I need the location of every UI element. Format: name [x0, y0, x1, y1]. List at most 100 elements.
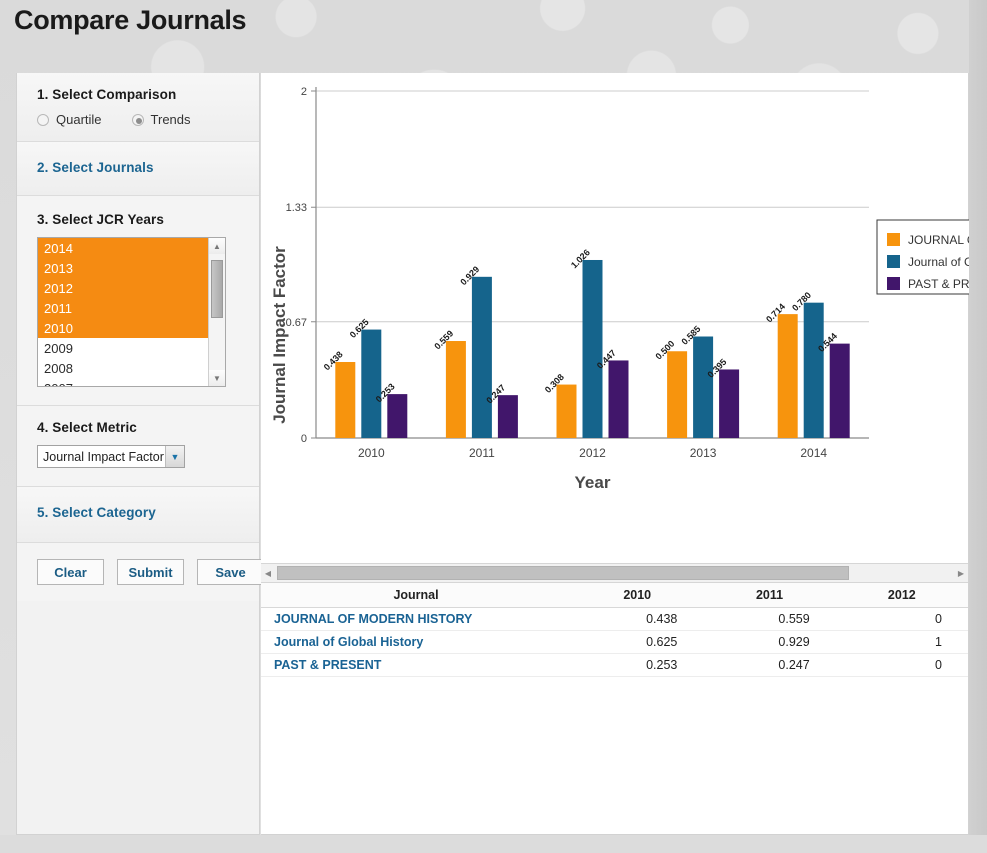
chart-bar[interactable] — [719, 369, 740, 438]
cell-2011: 0.929 — [703, 630, 836, 654]
chart-legend: JOURNAL OF MODERN HISTORY Journal of Glob… — [876, 219, 969, 295]
sidebar-section-select-jcr-years: 3. Select JCR Years 2014 2013 2012 2011 … — [17, 196, 259, 406]
results-table-area: ◀ ▶ Journal 2010 2011 2012 JOURNAL OF MO… — [261, 563, 968, 683]
jcr-year-option[interactable]: 2007 — [38, 378, 208, 386]
legend-label: Journal of Global History — [908, 255, 969, 269]
chart-bar[interactable] — [387, 394, 408, 438]
chart-bar[interactable] — [777, 314, 798, 438]
chart-bar[interactable] — [803, 302, 824, 438]
sidebar-section-select-comparison: 1. Select Comparison Quartile Trends — [17, 73, 259, 142]
x-tick-label: 2014 — [800, 446, 827, 460]
clear-button[interactable]: Clear — [37, 559, 104, 585]
legend-swatch — [887, 233, 900, 246]
triangle-down-icon[interactable]: ▼ — [209, 370, 225, 386]
chart-bar-value-labels: 0.4380.6250.2530.5590.9290.247 0.3081.026… — [322, 247, 839, 405]
chart-bars — [335, 259, 850, 438]
radio-trends-label: Trends — [150, 112, 191, 127]
metric-select-value: Journal Impact Factor — [43, 449, 164, 464]
chart-bar[interactable] — [829, 343, 850, 438]
jcr-year-option[interactable]: 2013 — [38, 258, 208, 278]
content-panel: 0 0.67 1.33 2 0.438 0.625 0.253 0.559 0.929 0.24… — [261, 73, 969, 835]
chart-bar[interactable] — [335, 362, 356, 438]
y-tick-label: 1.33 — [286, 202, 307, 214]
scrollbar-track[interactable] — [275, 566, 954, 580]
page-title: Compare Journals — [14, 5, 247, 35]
step4-title: 4. Select Metric — [37, 420, 137, 435]
column-header-2012[interactable]: 2012 — [835, 583, 968, 608]
chart-bar[interactable] — [556, 384, 577, 438]
radio-option-quartile[interactable]: Quartile — [37, 112, 102, 127]
cell-2010: 0.438 — [571, 607, 704, 631]
legend-label: PAST & PRESENT — [908, 277, 969, 291]
column-header-journal[interactable]: Journal — [261, 583, 572, 608]
radio-quartile-icon[interactable] — [37, 113, 49, 126]
results-table: Journal 2010 2011 2012 JOURNAL OF MODERN… — [261, 583, 968, 677]
x-tick-label: 2010 — [358, 446, 385, 460]
sidebar-section-select-journals[interactable]: 2. Select Journals — [17, 142, 259, 196]
sidebar-section-select-metric: 4. Select Metric Journal Impact Factor ▼ — [17, 406, 259, 487]
scrollbar-thumb[interactable] — [277, 566, 849, 580]
sidebar-section-select-category[interactable]: 5. Select Category — [17, 487, 259, 543]
chart-bar[interactable] — [608, 360, 629, 438]
journal-link[interactable]: JOURNAL OF MODERN HISTORY — [261, 607, 572, 631]
chart-bar[interactable] — [361, 329, 382, 438]
chart-bar[interactable] — [445, 341, 466, 438]
jcr-year-option[interactable]: 2010 — [38, 318, 208, 338]
triangle-left-icon[interactable]: ◀ — [261, 564, 275, 582]
column-header-2011[interactable]: 2011 — [703, 583, 836, 608]
jcr-year-option[interactable]: 2008 — [38, 358, 208, 378]
jcr-year-option[interactable]: 2011 — [38, 298, 208, 318]
table-row: PAST & PRESENT 0.253 0.247 0 — [261, 653, 968, 677]
cell-2011: 0.559 — [703, 607, 836, 631]
journal-link[interactable]: Journal of Global History — [261, 630, 572, 654]
x-tick-label: 2011 — [469, 446, 495, 460]
jcr-years-scrollbar[interactable]: ▲ ▼ — [208, 238, 225, 386]
jcr-year-option[interactable]: 2012 — [38, 278, 208, 298]
cell-2012: 0 — [835, 607, 968, 631]
trends-bar-chart: 00.671.332 0.4380.6250.2530.5590.9290.24… — [270, 86, 969, 492]
y-tick-label: 2 — [301, 86, 307, 98]
comparison-radio-group: Quartile Trends — [37, 112, 239, 127]
table-row: JOURNAL OF MODERN HISTORY 0.438 0.559 0 — [261, 607, 968, 631]
submit-button[interactable]: Submit — [117, 559, 184, 585]
radio-trends-icon[interactable] — [131, 113, 144, 126]
chart-y-axis-title: Journal Impact Factor — [270, 246, 289, 424]
radio-quartile-label: Quartile — [56, 112, 102, 127]
step3-title: 3. Select JCR Years — [37, 212, 164, 227]
cell-2010: 0.625 — [571, 630, 704, 654]
chart-bar[interactable] — [582, 259, 603, 438]
triangle-right-icon[interactable]: ▶ — [954, 564, 968, 582]
cell-2012: 1 — [835, 630, 968, 654]
scrollbar-thumb[interactable] — [211, 260, 223, 318]
jcr-year-option[interactable]: 2009 — [38, 338, 208, 358]
jcr-years-listbox[interactable]: 2014 2013 2012 2011 2010 2009 2008 2007 … — [37, 237, 226, 387]
chart-bar[interactable] — [693, 336, 714, 438]
sidebar-action-buttons: Clear Submit Save — [17, 543, 264, 601]
journal-link[interactable]: PAST & PRESENT — [261, 653, 572, 677]
radio-option-trends[interactable]: Trends — [131, 112, 191, 127]
save-button[interactable]: Save — [197, 559, 264, 585]
column-header-2010[interactable]: 2010 — [571, 583, 704, 608]
table-horizontal-scrollbar[interactable]: ◀ ▶ — [261, 563, 968, 583]
chevron-down-icon[interactable]: ▼ — [165, 446, 184, 467]
legend-swatch — [887, 255, 900, 268]
step1-title: 1. Select Comparison — [37, 87, 177, 102]
cell-2010: 0.253 — [571, 653, 704, 677]
app-body: 1. Select Comparison Quartile Trends 2. … — [16, 73, 969, 853]
cell-2011: 0.247 — [703, 653, 836, 677]
chart-bar[interactable] — [667, 351, 688, 438]
triangle-up-icon[interactable]: ▲ — [209, 238, 225, 254]
page-scrollbar[interactable] — [969, 0, 987, 835]
metric-select[interactable]: Journal Impact Factor ▼ — [37, 445, 185, 468]
x-tick-label: 2012 — [579, 446, 606, 460]
jcr-year-option[interactable]: 2014 — [38, 238, 208, 258]
chart-bar[interactable] — [471, 276, 492, 438]
chart-x-tick-labels: 2010 2011 2012 2013 2014 — [358, 446, 827, 460]
x-tick-label: 2013 — [690, 446, 717, 460]
table-header-row: Journal 2010 2011 2012 — [261, 583, 968, 608]
y-tick-label: 0 — [301, 433, 307, 445]
chart-bar[interactable] — [497, 395, 518, 438]
step2-title: 2. Select Journals — [37, 160, 154, 175]
legend-label: JOURNAL OF MODERN HISTORY — [908, 233, 969, 247]
jcr-years-options: 2014 2013 2012 2011 2010 2009 2008 2007 — [38, 238, 208, 386]
